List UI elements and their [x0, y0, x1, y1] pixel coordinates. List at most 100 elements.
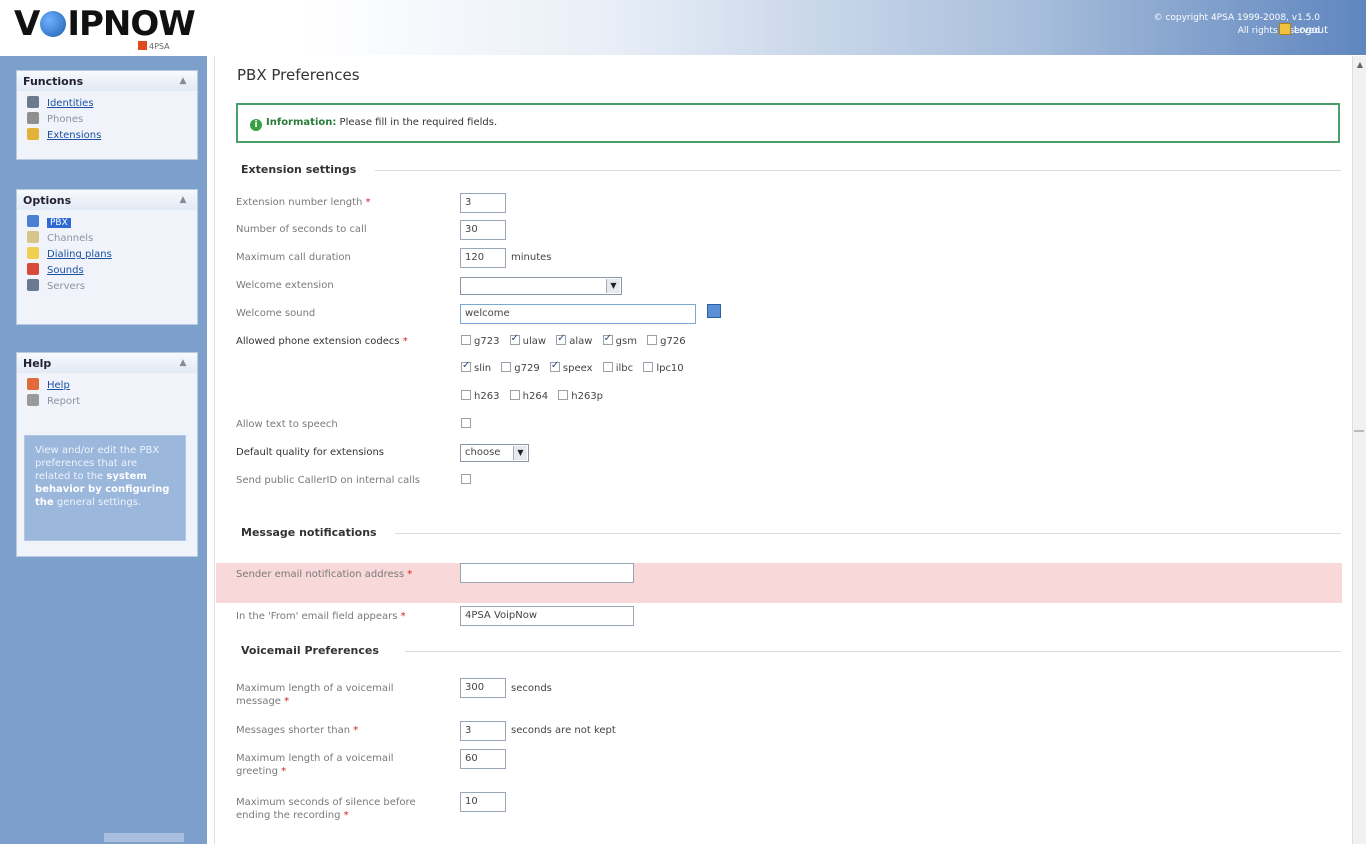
section-divider [405, 651, 1341, 652]
sidebar-item-phones[interactable]: Phones [17, 111, 197, 127]
max-greeting-input[interactable]: 60 [460, 749, 506, 769]
codec-checkbox[interactable]: gsm [602, 333, 637, 347]
sidebar-item-servers[interactable]: Servers [17, 278, 197, 294]
help-icon [27, 378, 39, 390]
messages-shorter-label: Messages shorter than * [236, 725, 359, 736]
main-content: PBX Preferences i Information: Please fil… [214, 56, 1352, 844]
codec-alaw-box[interactable] [556, 333, 567, 345]
max-silence-label: Maximum seconds of silence before ending… [236, 797, 416, 821]
sidebar-item-identities[interactable]: Identities [17, 95, 197, 111]
codec-checkbox[interactable]: g729 [501, 362, 540, 374]
functions-panel: Functions ▲ Identities Phones Extensions [16, 70, 198, 160]
codec-checkbox[interactable]: h264 [509, 390, 548, 402]
welcome-extension-select[interactable]: ▼ [460, 277, 622, 295]
collapse-icon[interactable]: ▲ [177, 358, 189, 368]
codecs-row-3: h263 h264 h263p [461, 390, 610, 402]
codec-checkbox[interactable]: h263p [558, 390, 603, 402]
sidebar-item-channels[interactable]: Channels [17, 230, 197, 246]
codec-ulaw-box[interactable] [509, 333, 520, 345]
ext-length-label: Extension number length * [236, 197, 371, 208]
send-public-callerid-label: Send public CallerID on internal calls [236, 475, 420, 486]
max-call-duration-input[interactable]: 120 [460, 248, 506, 268]
send-public-callerid-checkbox[interactable] [461, 474, 474, 486]
text-to-speech-checkbox[interactable] [461, 418, 474, 430]
codec-checkbox[interactable]: ilbc [602, 362, 633, 374]
help-description: View and/or edit the PBX preferences tha… [24, 435, 186, 541]
sidebar-item-report[interactable]: Report [17, 393, 197, 409]
section-voicemail-preferences: Voicemail Preferences [241, 644, 379, 657]
welcome-extension-label: Welcome extension [236, 280, 334, 291]
codec-speex-box[interactable] [549, 360, 560, 372]
codec-checkbox[interactable]: slin [461, 360, 491, 374]
sidebar-item-dialing-plans[interactable]: Dialing plans [17, 246, 197, 262]
codec-h263-box[interactable] [461, 390, 471, 400]
codec-h264-box[interactable] [509, 390, 520, 400]
sidebar-item-pbx[interactable]: PBX [17, 214, 197, 230]
browse-sound-icon[interactable] [707, 304, 721, 318]
max-greeting-label: Maximum length of a voicemail greeting * [236, 753, 394, 777]
app-header: V IPNOW 4PSA © copyright 4PSA 1999-2008, … [0, 0, 1366, 55]
welcome-sound-input[interactable]: welcome [460, 304, 696, 324]
codec-h263p-box[interactable] [558, 390, 569, 400]
sender-email-input[interactable] [460, 563, 634, 583]
allowed-codecs-label: Allowed phone extension codecs * [236, 336, 408, 347]
logout-icon [1278, 23, 1291, 35]
sidebar-item-sounds[interactable]: Sounds [17, 262, 197, 278]
not-kept-unit: seconds are not kept [511, 725, 616, 736]
codec-slin-box[interactable] [461, 360, 471, 372]
section-message-notifications: Message notifications [241, 526, 377, 539]
collapse-icon[interactable]: ▲ [177, 195, 189, 205]
codec-gsm-box[interactable] [602, 333, 613, 345]
channels-icon [27, 231, 39, 243]
codec-ilbc-box[interactable] [602, 362, 613, 372]
logo-subtitle: 4PSA [138, 41, 170, 51]
options-panel: Options ▲ PBX Channels Dialing plans Soun… [16, 189, 198, 325]
vertical-scrollbar[interactable] [1352, 56, 1366, 844]
extensions-icon [27, 128, 39, 140]
codec-g726-box[interactable] [647, 335, 658, 345]
collapse-icon[interactable]: ▲ [177, 76, 189, 86]
ext-length-input[interactable]: 3 [460, 193, 506, 213]
max-silence-input[interactable]: 10 [460, 792, 506, 812]
default-quality-label: Default quality for extensions [236, 447, 384, 458]
text-to-speech-box[interactable] [461, 418, 471, 428]
max-message-length-label: Maximum length of a voicemail message * [236, 683, 394, 707]
codec-g723-box[interactable] [461, 335, 471, 345]
text-to-speech-label: Allow text to speech [236, 419, 338, 430]
codec-checkbox[interactable]: g726 [647, 335, 686, 347]
sidebar-footer [104, 833, 184, 842]
logout-button[interactable]: Logout [1278, 23, 1328, 36]
codec-checkbox[interactable]: h263 [461, 390, 499, 402]
codecs-row-1: g723 ulaw alaw gsm g726 [461, 333, 693, 347]
page-title: PBX Preferences [237, 66, 360, 84]
max-message-length-input[interactable]: 300 [460, 678, 506, 698]
chevron-down-icon: ▼ [606, 279, 620, 293]
welcome-sound-label: Welcome sound [236, 308, 316, 319]
minutes-unit: minutes [511, 252, 552, 263]
chevron-down-icon: ▼ [513, 446, 527, 460]
codec-lpc10-box[interactable] [643, 362, 654, 372]
from-field-input[interactable]: 4PSA VoipNow [460, 606, 634, 626]
codec-checkbox[interactable]: g723 [461, 335, 499, 347]
seconds-unit: seconds [511, 683, 552, 694]
default-quality-select[interactable]: choose ▼ [460, 444, 529, 462]
send-public-callerid-box[interactable] [461, 474, 471, 484]
codec-g729-box[interactable] [501, 362, 512, 372]
seconds-to-call-input[interactable]: 30 [460, 220, 506, 240]
sender-email-label: Sender email notification address * [236, 569, 413, 580]
max-call-duration-label: Maximum call duration [236, 252, 351, 263]
from-field-label: In the 'From' email field appears * [236, 611, 406, 622]
info-message: i Information: Please fill in the require… [236, 103, 1340, 143]
codec-checkbox[interactable]: ulaw [509, 333, 546, 347]
identities-icon [27, 96, 39, 108]
codec-checkbox[interactable]: alaw [556, 333, 592, 347]
sidebar-item-extensions[interactable]: Extensions [17, 127, 197, 143]
codec-checkbox[interactable]: lpc10 [643, 362, 684, 374]
messages-shorter-input[interactable]: 3 [460, 721, 506, 741]
servers-icon [27, 279, 39, 291]
scrollbar-thumb[interactable] [1354, 430, 1364, 432]
codec-checkbox[interactable]: speex [549, 360, 593, 374]
scroll-up-icon[interactable]: ▲ [1357, 60, 1363, 69]
options-panel-title: Options ▲ [17, 190, 197, 210]
sidebar-item-help[interactable]: Help [17, 377, 197, 393]
